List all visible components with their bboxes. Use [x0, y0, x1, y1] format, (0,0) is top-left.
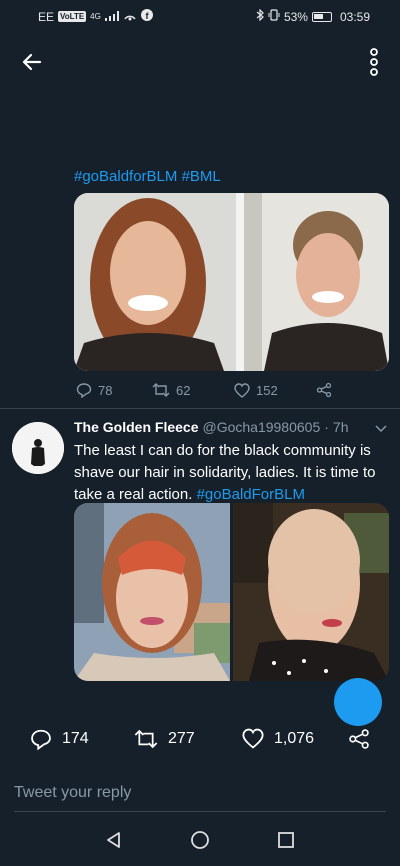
tweet2-media[interactable] [74, 503, 389, 681]
battery-icon [311, 11, 332, 22]
reply-count: 174 [62, 730, 89, 747]
tweet1-media[interactable] [74, 193, 389, 371]
retweet-icon [152, 383, 170, 397]
compose-button[interactable] [334, 678, 382, 726]
author-name[interactable]: The Golden Fleece [74, 419, 198, 435]
reply-icon [31, 729, 51, 750]
tweet2-header: The Golden Fleece @Gocha19980605 · 7h [74, 419, 384, 435]
nav-home-icon[interactable] [190, 830, 210, 855]
signal-icon [104, 10, 119, 24]
carrier-label: EE [38, 9, 55, 24]
retweet-icon [134, 729, 158, 749]
share-button[interactable] [316, 382, 332, 398]
avatar[interactable] [12, 422, 64, 474]
separator-dot: · [324, 419, 329, 435]
reply-input[interactable]: Tweet your reply [14, 784, 131, 802]
facebook-icon: f [140, 9, 153, 24]
nav-back-icon[interactable] [104, 830, 124, 855]
status-bar: EE VoLTE 4G f 53% 03:59 [0, 0, 400, 32]
reply-button[interactable]: 174 [30, 728, 89, 750]
tweet2-text: The least I can do for the black communi… [74, 440, 389, 506]
tweet1-hashtags[interactable]: #goBaldforBLM #BML [74, 168, 221, 186]
retweet-count: 62 [176, 382, 191, 398]
chevron-down-icon[interactable] [374, 420, 388, 438]
like-button[interactable]: 152 [234, 383, 316, 398]
vibrate-icon [268, 9, 280, 24]
author-handle[interactable]: @Gocha19980605 [202, 419, 320, 435]
network-label: 4G [90, 12, 101, 21]
share-icon [316, 382, 332, 398]
like-button[interactable]: 1,076 [242, 728, 314, 749]
bluetooth-icon [256, 8, 264, 24]
reply-underline [14, 811, 386, 812]
retweet-button[interactable]: 62 [152, 382, 234, 398]
heart-icon [234, 382, 250, 398]
back-arrow-icon[interactable] [20, 50, 44, 74]
share-button[interactable] [348, 728, 370, 750]
nav-recents-icon[interactable] [276, 830, 296, 855]
tweet-time: 7h [332, 419, 349, 435]
volte-badge: VoLTE [58, 11, 87, 22]
top-bar [0, 40, 400, 84]
like-count: 1,076 [274, 729, 315, 747]
android-nav-bar [0, 816, 400, 866]
tweet1-actions: 78 62 152 [76, 382, 376, 398]
hotspot-icon [123, 9, 137, 24]
reply-count: 78 [98, 382, 113, 398]
tweet2-hashtag[interactable]: #goBaldForBLM [197, 486, 305, 503]
retweet-button[interactable]: 277 [134, 728, 195, 750]
reply-icon [76, 383, 92, 398]
retweet-count: 277 [168, 730, 195, 747]
tweet-divider [0, 408, 400, 409]
clock: 03:59 [339, 9, 370, 24]
more-options-icon[interactable] [370, 48, 378, 76]
like-count: 152 [256, 382, 278, 398]
share-icon [349, 729, 369, 749]
battery-percent: 53% [283, 9, 308, 24]
reply-button[interactable]: 78 [76, 382, 152, 398]
heart-icon [242, 728, 264, 749]
tweet2-actions: 174 277 1,076 [0, 728, 400, 756]
